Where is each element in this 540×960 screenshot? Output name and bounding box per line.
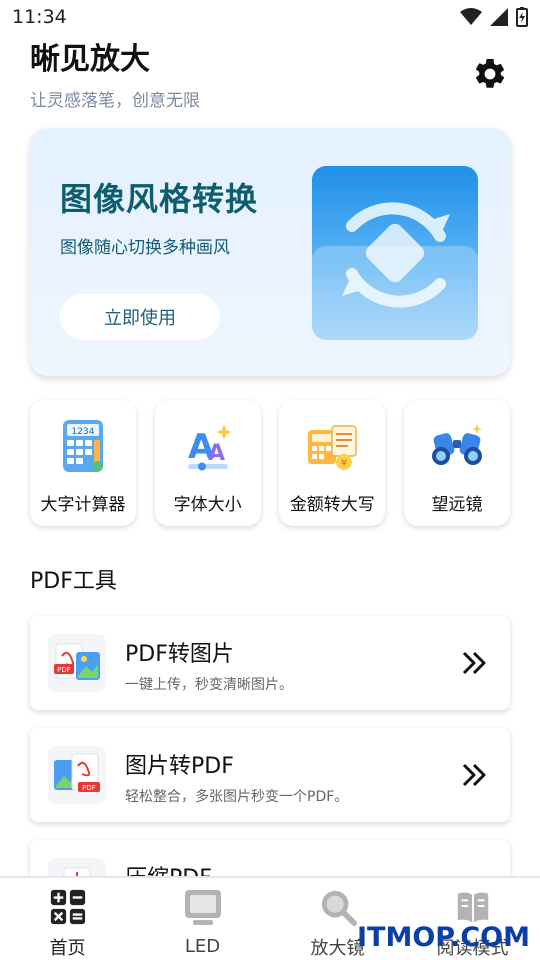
double-chevron-right-icon [462,651,486,675]
monitor-icon [184,890,221,925]
nav-label: LED [184,936,221,957]
image-to-pdf-item[interactable]: PDF 图片转PDF 轻松整合，多张图片秒变一个PDF。 [30,728,510,822]
wifi-icon [460,8,482,25]
tool-telescope[interactable]: 望远镜 [403,400,510,526]
tool-big-calculator[interactable]: 1234 大字计算器 [30,400,136,526]
tool-font-size[interactable]: A A 字体大小 [154,400,261,526]
tool-label: 望远镜 [431,495,483,515]
tool-money-uppercase[interactable]: ¥ 金额转大写 [279,400,386,526]
nav-led[interactable]: LED [135,878,270,960]
use-now-button[interactable]: 立即使用 [60,294,220,340]
svg-text:¥: ¥ [341,458,347,469]
signal-icon [490,8,508,26]
app-title: 晰见放大 [30,42,150,77]
hero-description: 图像随心切换多种画风 [60,238,230,258]
app-header: 晰见放大 让灵感落笔，创意无限 [30,40,510,116]
pdf-to-image-item[interactable]: PDF PDF转图片 一键上传，秒变清晰图片。 [30,616,510,710]
battery-charging-icon [516,7,528,27]
nav-home[interactable]: 首页 [0,878,135,960]
svg-text:A: A [208,441,225,466]
binoculars-icon [431,424,482,465]
settings-button[interactable] [470,54,510,94]
status-icons [460,7,528,27]
pdf-to-image-icon: PDF [48,634,106,692]
pdf-item-title: 图片转PDF [125,754,234,779]
pdf-item-description: 轻松整合，多张图片秒变一个PDF。 [125,789,349,805]
image-to-pdf-icon: PDF [48,746,106,804]
pdf-section-title: PDF工具 [30,569,117,594]
watermark-text: ITMOP.COM [356,922,530,953]
swap-arrows-icon [312,166,478,340]
tool-label: 字体大小 [173,495,242,515]
money-convert-icon: ¥ [308,425,358,470]
svg-text:PDF: PDF [57,666,71,674]
style-transfer-card[interactable]: 图像风格转换 图像随心切换多种画风 立即使用 [30,128,510,376]
app-subtitle: 让灵感落笔，创意无限 [30,91,200,111]
pdf-item-description: 一键上传，秒变清晰图片。 [125,677,293,693]
book-icon [457,892,488,923]
magnifier-icon [321,890,357,926]
calculator-icon: 1234 [63,420,103,472]
tool-label: 大字计算器 [40,495,126,515]
hero-title: 图像风格转换 [60,180,259,218]
grid-calculator-icon [50,889,85,925]
tool-label: 金额转大写 [289,495,375,515]
status-time: 11:34 [12,6,67,28]
nav-label: 首页 [49,938,86,959]
quick-tools: 1234 大字计算器 A A 字体大小 ¥ 金额转大写 望远镜 [30,400,510,526]
font-size-icon: A A [187,424,232,471]
svg-text:PDF: PDF [82,784,96,792]
gear-icon [475,58,505,88]
svg-text:1234: 1234 [72,427,95,437]
pdf-item-title: PDF转图片 [125,642,234,667]
double-chevron-right-icon [462,763,486,787]
status-bar: 11:34 [0,0,540,34]
